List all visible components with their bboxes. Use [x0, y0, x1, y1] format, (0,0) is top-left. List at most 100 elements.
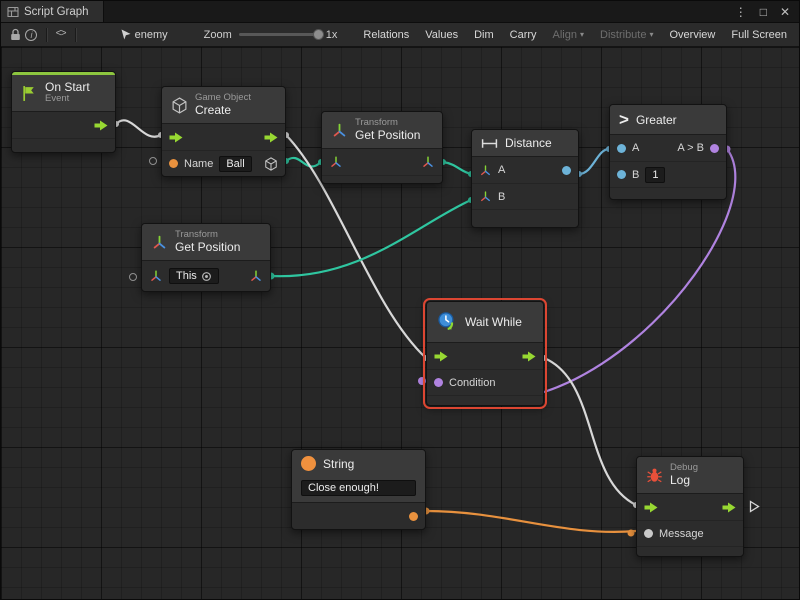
- zoom-slider[interactable]: [239, 33, 319, 36]
- tab-script-graph[interactable]: Script Graph: [1, 1, 104, 22]
- target-icon: [201, 271, 212, 282]
- carry-button[interactable]: Carry: [504, 26, 543, 44]
- string-icon: [301, 456, 316, 471]
- node-debug-log[interactable]: DebugLog Message: [636, 456, 744, 557]
- target-value: This: [176, 270, 197, 282]
- play-triangle-icon: [749, 500, 760, 513]
- graph-tab-icon: [7, 6, 19, 18]
- vector3-output-port[interactable]: [421, 155, 435, 169]
- node-footer: [472, 209, 578, 227]
- flow-input-port[interactable]: [644, 502, 658, 513]
- node-greater[interactable]: > Greater A A > B B 1: [609, 104, 727, 200]
- unconnected-port[interactable]: [149, 157, 157, 165]
- node-header: DebugLog: [637, 457, 743, 494]
- node-title: Greater: [636, 113, 677, 127]
- values-button[interactable]: Values: [419, 26, 464, 44]
- port-label: Condition: [449, 377, 495, 389]
- lock-icon[interactable]: [7, 26, 23, 44]
- distribute-button[interactable]: Distribute▾: [594, 26, 659, 44]
- window-menu-icon[interactable]: ⋮: [735, 5, 747, 19]
- graph-canvas[interactable]: On StartEvent Game ObjectCreate: [1, 47, 800, 600]
- node-wait-while[interactable]: Wait While Condition: [426, 301, 544, 406]
- wire-string-log[interactable]: [426, 511, 636, 532]
- node-header: > Greater: [610, 105, 726, 135]
- fullscreen-button[interactable]: Full Screen: [725, 26, 793, 44]
- node-title: Get Position: [355, 129, 420, 142]
- bool-output-port[interactable]: [710, 144, 719, 153]
- wire-float-distance-greater[interactable]: [579, 149, 609, 174]
- condition-input-port[interactable]: [434, 378, 443, 387]
- relations-button[interactable]: Relations: [357, 26, 415, 44]
- port-label: Message: [659, 528, 704, 540]
- flow-output-port[interactable]: [94, 120, 108, 131]
- wire-vector-getposition-distance-b[interactable]: [271, 200, 471, 276]
- script-graph-window: Script Graph ⋮ □ ✕ i <> enemy Zoom 1x Re…: [0, 0, 800, 600]
- node-footer: [610, 187, 726, 199]
- window-controls: ⋮ □ ✕: [735, 5, 799, 19]
- graph-name-label: enemy: [135, 29, 168, 41]
- align-button[interactable]: Align▾: [547, 26, 590, 44]
- flow-output-port[interactable]: [722, 502, 736, 513]
- flow-input-port[interactable]: [434, 351, 448, 362]
- node-get-position-b[interactable]: TransformGet Position This: [141, 223, 271, 292]
- vector3-input-port[interactable]: [479, 164, 492, 177]
- transform-input-port[interactable]: [149, 269, 163, 283]
- info-icon[interactable]: i: [23, 26, 39, 44]
- node-distance[interactable]: Distance A B: [471, 129, 579, 228]
- node-subtitle: Event: [45, 94, 90, 105]
- float-input-port[interactable]: [617, 170, 626, 179]
- vector3-output-port[interactable]: [249, 269, 263, 283]
- wait-clock-icon: [436, 311, 458, 333]
- port-label: Name: [184, 158, 213, 170]
- float-output-port[interactable]: [562, 166, 571, 175]
- maximize-icon[interactable]: □: [760, 5, 767, 19]
- graph-breadcrumb[interactable]: enemy: [120, 29, 168, 41]
- flow-output-port[interactable]: [522, 351, 536, 362]
- title-bar: Script Graph ⋮ □ ✕: [1, 1, 799, 23]
- node-on-start[interactable]: On StartEvent: [11, 71, 116, 153]
- string-output-port[interactable]: [409, 512, 418, 521]
- chevron-down-icon: ▾: [580, 30, 584, 39]
- zoom-control: Zoom 1x: [204, 29, 338, 41]
- float-input-port[interactable]: [617, 144, 626, 153]
- overview-button[interactable]: Overview: [664, 26, 722, 44]
- transform-input-port[interactable]: [329, 155, 343, 169]
- flow-output-port[interactable]: [264, 132, 278, 143]
- unconnected-port[interactable]: [129, 273, 137, 281]
- wire-vector-getposition-distance-a[interactable]: [443, 162, 471, 174]
- wire-object-create-getposition[interactable]: [286, 158, 321, 167]
- zoom-label: Zoom: [204, 29, 232, 41]
- cube-icon: [171, 97, 188, 114]
- node-footer: [427, 395, 543, 405]
- node-create-game-object[interactable]: Game ObjectCreate Name Ball: [161, 86, 286, 177]
- pointer-icon: [120, 29, 131, 41]
- transform-axis-icon: [331, 122, 348, 139]
- transform-axis-icon: [151, 234, 168, 251]
- node-header: Game ObjectCreate: [162, 87, 285, 124]
- dim-button[interactable]: Dim: [468, 26, 500, 44]
- distance-icon: [481, 138, 498, 149]
- node-get-position-a[interactable]: TransformGet Position: [321, 111, 443, 184]
- vector3-input-port[interactable]: [479, 190, 492, 203]
- wire-flow-waitwhile-log[interactable]: [544, 358, 636, 505]
- toolbar-buttons: Relations Values Dim Carry Align▾ Distri…: [357, 26, 793, 44]
- node-footer: [637, 546, 743, 556]
- code-icon[interactable]: <>: [52, 26, 68, 44]
- name-input-field[interactable]: Ball: [219, 156, 251, 172]
- toolbar-separator: [46, 28, 47, 42]
- string-input-port[interactable]: [169, 159, 178, 168]
- node-title: String: [323, 457, 354, 471]
- message-input-port[interactable]: [644, 529, 653, 538]
- node-string[interactable]: String Close enough!: [291, 449, 426, 530]
- wire-flow-onstart-create[interactable]: [116, 120, 161, 136]
- tab-title: Script Graph: [24, 6, 89, 18]
- node-header: Wait While: [427, 302, 543, 343]
- zoom-slider-knob[interactable]: [313, 29, 324, 40]
- flow-input-port[interactable]: [169, 132, 183, 143]
- node-title: On Start: [45, 81, 90, 94]
- b-value-field[interactable]: 1: [645, 167, 665, 183]
- target-field[interactable]: This: [169, 268, 219, 284]
- string-value-field[interactable]: Close enough!: [301, 480, 416, 496]
- close-icon[interactable]: ✕: [780, 5, 790, 19]
- game-object-output-port[interactable]: [264, 157, 278, 171]
